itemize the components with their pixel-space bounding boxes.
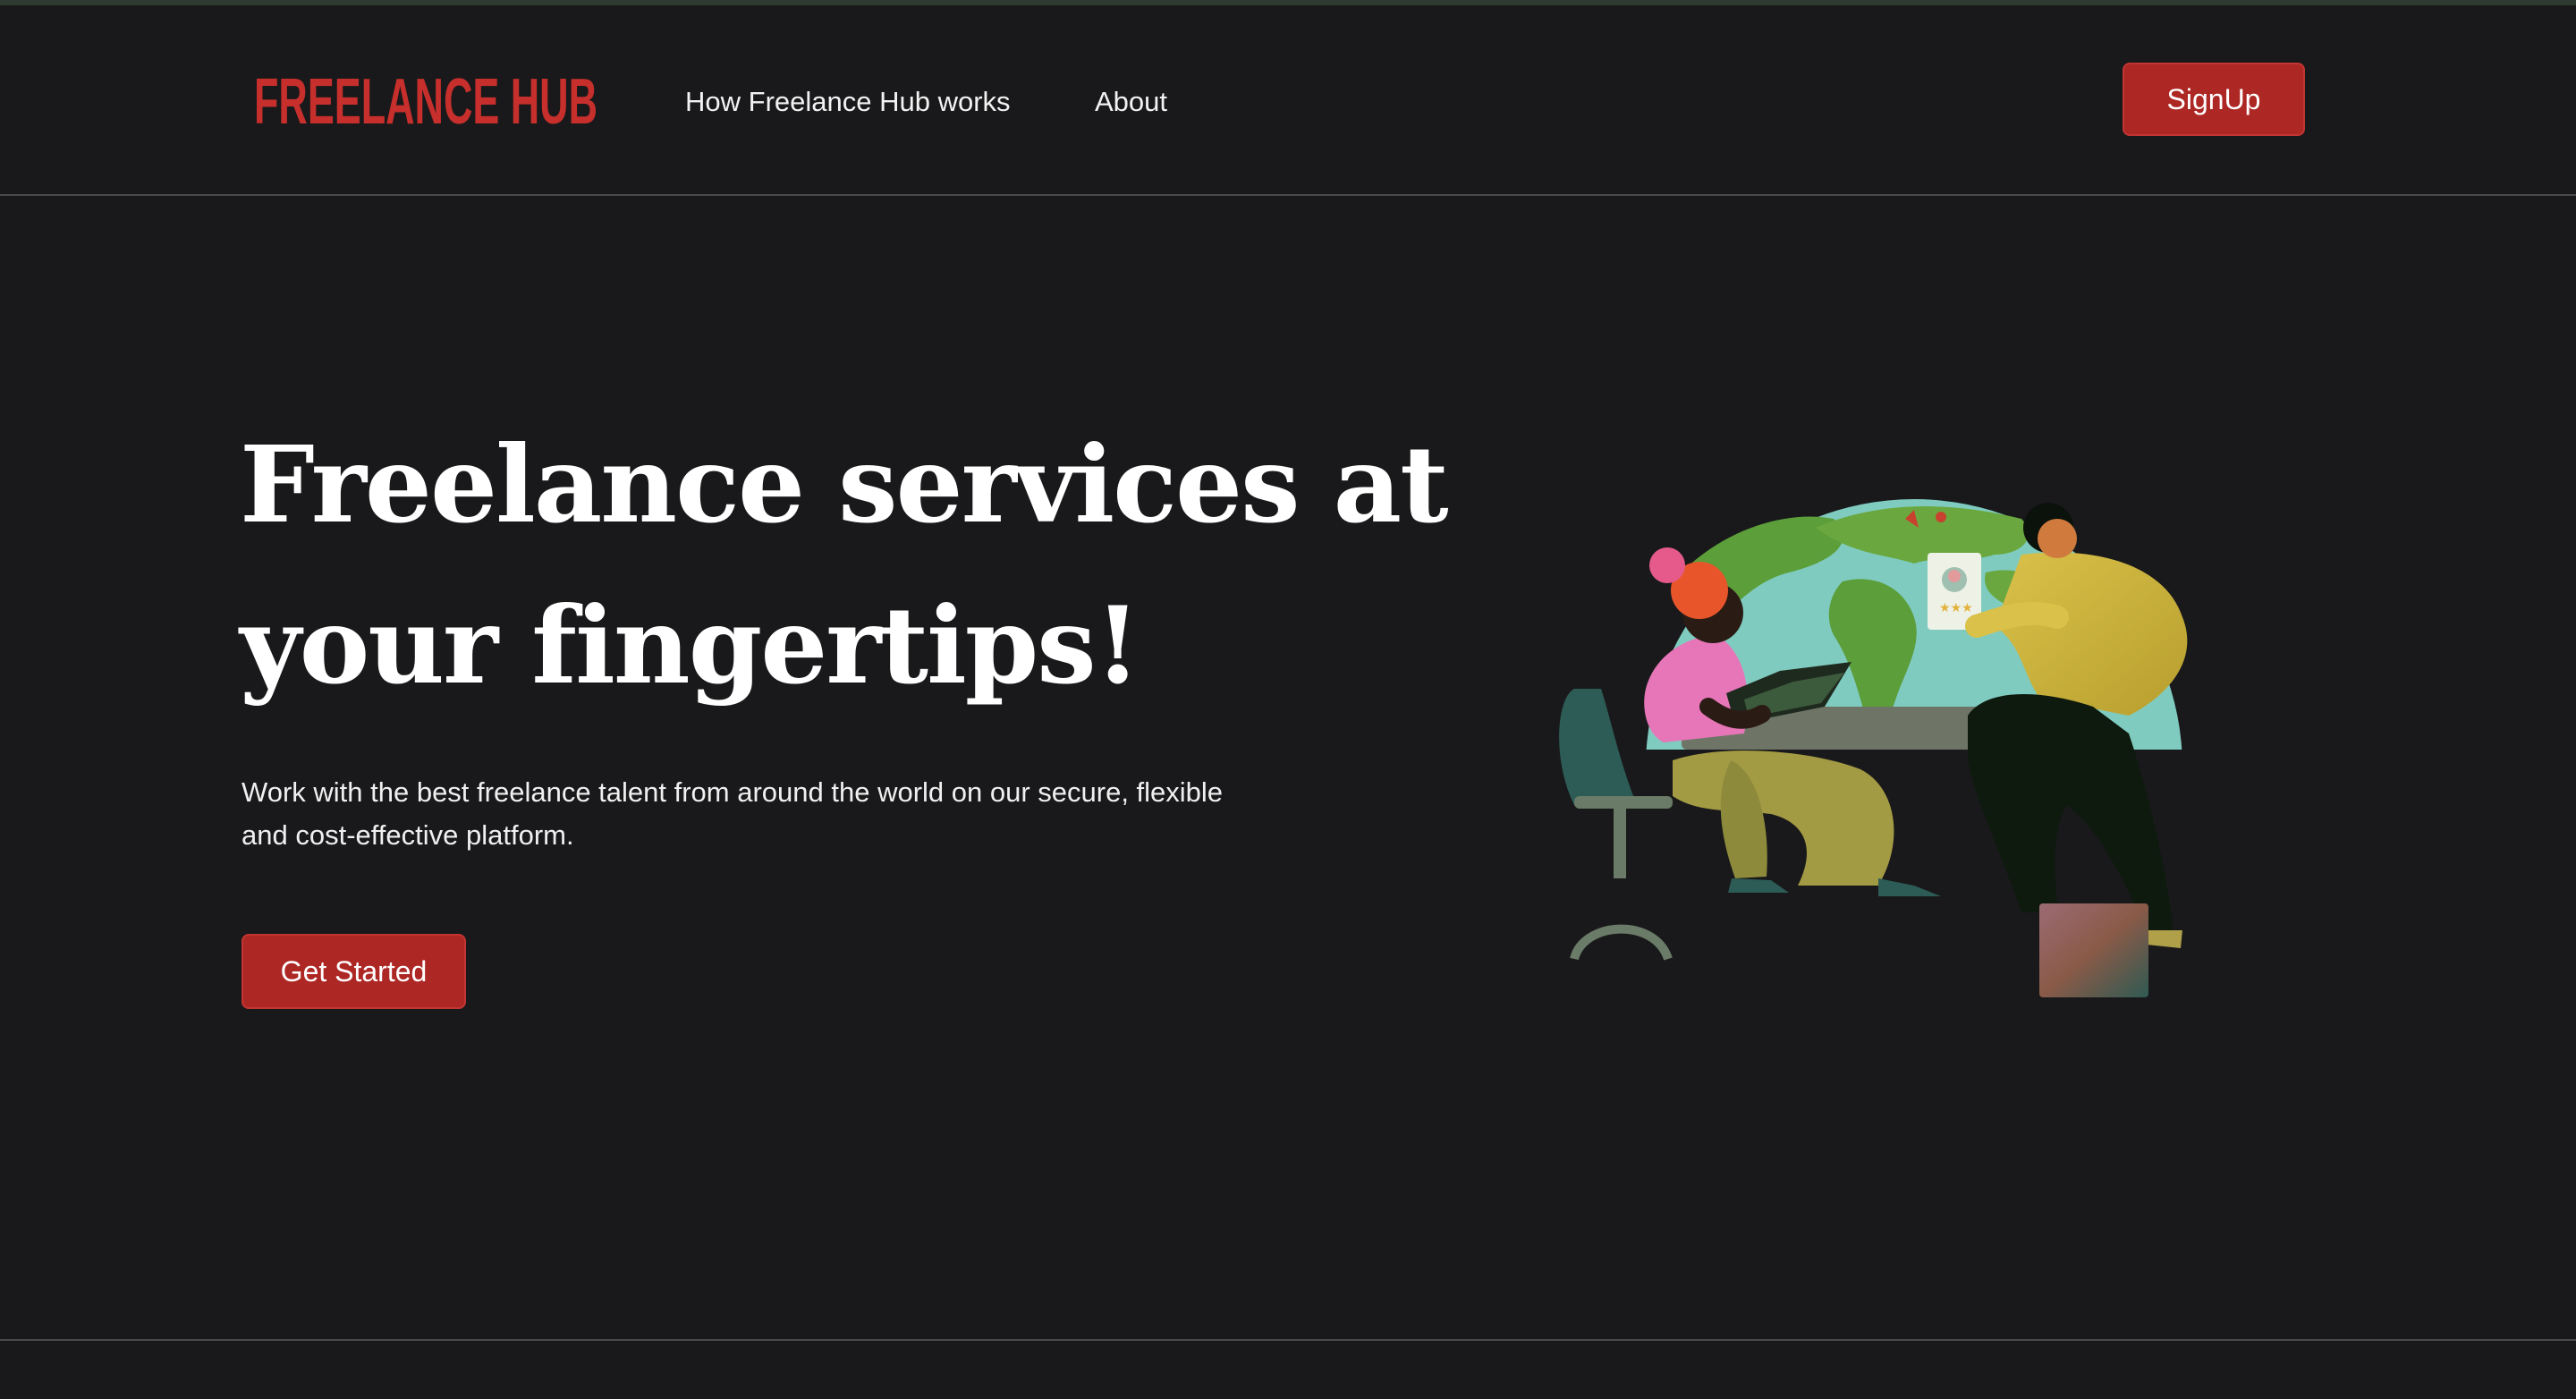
signup-button[interactable]: SignUp (2123, 63, 2305, 136)
hero-title: Freelance services at your fingertips! (240, 404, 1492, 726)
nav-how-it-works[interactable]: How Freelance Hub works (685, 86, 1011, 118)
hero-subtitle: Work with the best freelance talent from… (242, 771, 1333, 857)
hero-title-line-1: Freelance services at (240, 422, 1449, 547)
site-header: FREELANCE HUB How Freelance Hub works Ab… (0, 5, 2576, 196)
hero-subtitle-line-1: Work with the best freelance talent from… (242, 776, 1224, 808)
hero-subtitle-line-2: and cost-effective platform. (242, 819, 574, 851)
section-divider (0, 1339, 2576, 1341)
nav-about[interactable]: About (1095, 86, 1167, 118)
rating-stars-icon: ★★★ (1939, 601, 1973, 615)
logo[interactable]: FREELANCE HUB (254, 63, 599, 134)
logo-text: FREELANCE HUB (254, 66, 597, 134)
logo-wordmark: FREELANCE HUB (254, 66, 597, 134)
freelancers-globe-illustration: ★★★ (1521, 465, 2308, 1002)
get-started-button[interactable]: Get Started (242, 934, 466, 1009)
illustration-svg: ★★★ (1559, 499, 2188, 997)
box-icon (2039, 903, 2148, 997)
hero-title-line-2: your fingertips! (240, 583, 1141, 708)
